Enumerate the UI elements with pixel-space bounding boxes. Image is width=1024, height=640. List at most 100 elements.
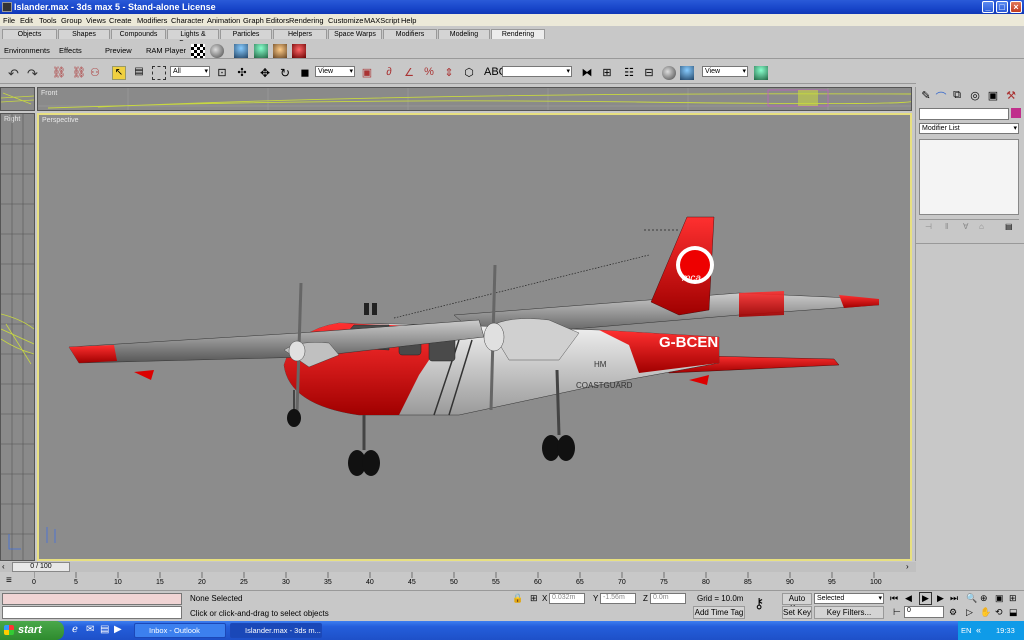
tab-shapes[interactable]: Shapes — [58, 29, 110, 39]
make-unique-icon[interactable]: ∀ — [963, 222, 968, 231]
menu-edit[interactable]: Edit — [20, 16, 33, 25]
tab-modifiers[interactable]: Modifiers — [383, 29, 437, 39]
checker-icon[interactable] — [191, 44, 205, 58]
hierarchy-panel-icon[interactable]: ⧉ — [950, 89, 964, 103]
edit-named-selection-icon[interactable]: ABC — [484, 66, 507, 80]
motion-panel-icon[interactable]: ◎ — [968, 89, 982, 103]
pin-stack-icon[interactable]: ⊣ — [925, 222, 932, 231]
ram-player-button[interactable]: RAM Player — [146, 46, 186, 55]
mirror-icon[interactable]: ⧓ — [580, 66, 594, 80]
scale-icon[interactable]: ◼ — [298, 66, 312, 80]
object-color-swatch[interactable] — [1011, 108, 1021, 118]
render-last-icon[interactable] — [273, 44, 287, 58]
time-slider-prev-icon[interactable]: ‹ — [2, 562, 5, 571]
configure-modifier-sets-icon[interactable]: ▤ — [1005, 222, 1013, 231]
minimize-button[interactable]: _ — [982, 1, 994, 13]
menu-views[interactable]: Views — [86, 16, 106, 25]
menu-create[interactable]: Create — [109, 16, 132, 25]
modifier-list-dropdown[interactable]: Modifier List — [919, 123, 1019, 134]
track-bar[interactable]: ≡ 0 5 10 15 20 25 30 35 40 45 50 55 60 6… — [0, 572, 916, 590]
select-object-icon[interactable]: ↖ — [112, 66, 126, 80]
menu-graph-editors[interactable]: Graph Editors — [243, 16, 289, 25]
reference-coord-dropdown[interactable]: View — [315, 66, 355, 77]
task-outlook-express[interactable]: Inbox - Outlook Express — [134, 623, 226, 640]
z-coordinate-field[interactable]: 0.0m — [650, 593, 686, 604]
lock-selection-icon[interactable]: 🔒 — [512, 593, 523, 604]
zoom-all-icon[interactable]: ⊕ — [980, 593, 988, 604]
render-type-dropdown[interactable]: View — [702, 66, 748, 77]
outlook-quicklaunch-icon[interactable]: ✉ — [86, 624, 94, 635]
start-button[interactable]: start — [0, 621, 64, 640]
viewport-top-small[interactable] — [0, 87, 35, 111]
go-to-start-icon[interactable]: ⏮ — [890, 593, 898, 604]
rotate-icon[interactable]: ↻ — [278, 66, 292, 80]
material-editor-icon-2[interactable] — [662, 66, 676, 80]
menu-help[interactable]: Help — [401, 16, 416, 25]
menu-maxscript[interactable]: MAXScript — [364, 16, 399, 25]
menu-customize[interactable]: Customize — [328, 16, 363, 25]
fov-icon[interactable]: ▷ — [966, 607, 973, 618]
menu-rendering[interactable]: Rendering — [289, 16, 324, 25]
tab-particles[interactable]: Particles — [220, 29, 272, 39]
environments-button[interactable]: Environments — [4, 46, 50, 55]
remove-modifier-icon[interactable]: ⌂ — [979, 222, 984, 231]
undo-icon[interactable]: ↶ — [8, 66, 22, 81]
object-name-field[interactable] — [919, 108, 1009, 120]
selection-filter-dropdown[interactable]: All — [170, 66, 210, 77]
maximize-viewport-icon[interactable]: ⬓ — [1009, 607, 1018, 618]
tab-objects[interactable]: Objects — [2, 29, 57, 39]
close-button[interactable]: × — [1010, 1, 1022, 13]
go-to-end-icon[interactable]: ⏭ — [950, 593, 958, 604]
display-panel-icon[interactable]: ▣ — [986, 89, 1000, 103]
tab-helpers[interactable]: Helpers — [273, 29, 327, 39]
tray-arrow-icon[interactable]: « — [976, 625, 981, 635]
time-slider-thumb[interactable]: 0 / 100 — [12, 562, 70, 572]
maxscript-listener-pink[interactable] — [2, 593, 182, 605]
desktop-quicklaunch-icon[interactable]: ▤ — [100, 624, 109, 635]
app-icon[interactable] — [2, 2, 12, 12]
redo-icon[interactable]: ↷ — [27, 66, 41, 81]
angle-snap-icon[interactable]: ∠ — [402, 66, 416, 80]
show-end-result-icon[interactable]: ‖ — [945, 222, 948, 231]
track-view-icon[interactable]: ☷ — [622, 66, 636, 80]
pan-icon[interactable]: ✋ — [980, 607, 991, 618]
unlink-icon[interactable]: ⛓ — [72, 66, 86, 80]
language-indicator[interactable]: EN — [961, 626, 971, 635]
named-selection-icon[interactable]: ⬡ — [462, 66, 476, 80]
schematic-view-icon[interactable]: ⊟ — [642, 66, 656, 80]
title-bar[interactable]: Islander.max - 3ds max 5 - Stand-alone L… — [0, 0, 1024, 14]
tab-rendering[interactable]: Rendering — [491, 29, 545, 39]
menu-group[interactable]: Group — [61, 16, 82, 25]
effects-button[interactable]: Effects — [59, 46, 82, 55]
modify-panel-icon[interactable]: ⌒ — [934, 89, 948, 104]
tab-lights-cameras[interactable]: Lights & Cameras — [167, 29, 219, 47]
snap-icon[interactable]: ∂ — [382, 66, 396, 80]
modifier-stack[interactable] — [919, 139, 1019, 215]
zoom-extents-icon[interactable]: ▣ — [995, 593, 1004, 604]
current-frame-field[interactable]: 0 — [904, 606, 944, 618]
select-and-link-icon[interactable]: ⛓ — [52, 66, 66, 80]
select-region-icon[interactable]: ⊡ — [215, 66, 229, 80]
zoom-extents-all-icon[interactable]: ⊞ — [1009, 593, 1017, 604]
percent-snap-icon[interactable]: % — [422, 66, 436, 80]
task-3dsmax[interactable]: Islander.max - 3ds m... — [230, 623, 322, 638]
arc-rotate-icon[interactable]: ⟲ — [995, 607, 1003, 618]
menu-file[interactable]: File — [3, 16, 15, 25]
tab-modeling[interactable]: Modeling — [438, 29, 490, 39]
menu-character[interactable]: Character — [171, 16, 204, 25]
align-icon[interactable]: ⊞ — [600, 66, 614, 80]
time-config-icon[interactable]: ⚙ — [949, 607, 957, 618]
maxscript-listener-white[interactable] — [2, 606, 182, 619]
y-coordinate-field[interactable]: -1.56m — [600, 593, 636, 604]
menu-animation[interactable]: Animation — [207, 16, 240, 25]
key-mode-dropdown[interactable]: Selected — [814, 593, 884, 604]
viewport-perspective[interactable]: Perspective mca HM COASTGUARD G-BCEN — [37, 113, 912, 561]
set-key-button[interactable]: Set Key — [782, 606, 812, 619]
region-select-icon[interactable] — [152, 66, 166, 80]
next-frame-icon[interactable]: ▶ — [937, 593, 944, 604]
spinner-snap-icon[interactable]: ⇕ — [442, 66, 456, 80]
previous-frame-icon[interactable]: ◀ — [905, 593, 912, 604]
zoom-icon[interactable]: 🔍 — [966, 593, 977, 604]
mini-curve-editor-icon[interactable]: ≡ — [6, 575, 20, 589]
pivot-icon[interactable]: ▣ — [360, 66, 374, 80]
